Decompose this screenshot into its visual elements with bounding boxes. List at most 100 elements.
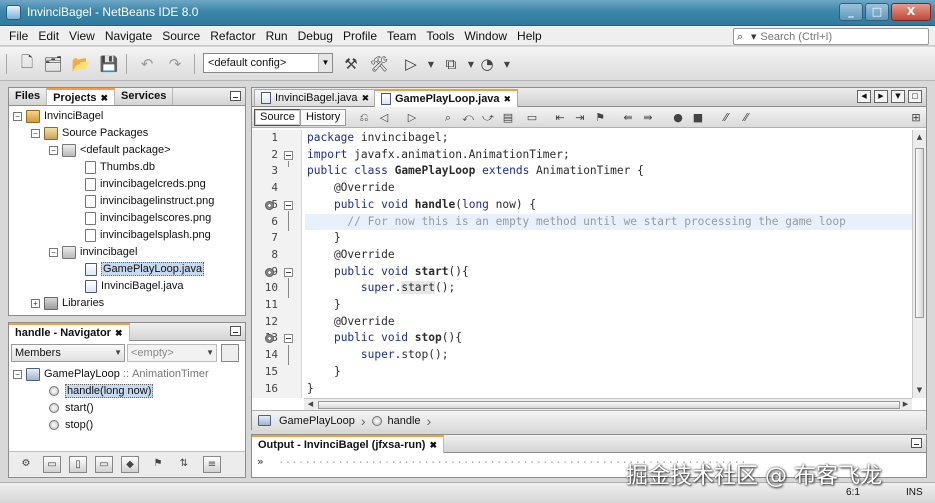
last-edit-icon[interactable]: ⎌ — [356, 110, 372, 125]
minimize-panel-icon[interactable] — [911, 438, 922, 448]
open-project-icon[interactable]: 📂 — [70, 53, 92, 75]
rerun-icon[interactable]: » — [257, 455, 264, 468]
shift-left-icon[interactable]: ⇚ — [620, 110, 636, 125]
close-icon[interactable]: ✖ — [115, 326, 123, 340]
horizontal-scrollbar[interactable]: ◀ ▶ — [304, 398, 912, 410]
tab-gameplayloop-java[interactable]: GamePlayLoop.java ✖ — [374, 89, 519, 107]
sort-by-name-icon[interactable]: ⇅ — [175, 456, 193, 473]
comment-icon[interactable]: ⁄⁄ — [718, 110, 734, 125]
collapse-icon[interactable]: − — [49, 247, 58, 257]
breadcrumb-method[interactable]: handle › — [371, 413, 431, 429]
menu-help[interactable]: Help — [512, 26, 547, 46]
tree-node-source-packages[interactable]: − Source Packages — [31, 125, 148, 141]
vertical-scrollbar[interactable]: ▲ ▼ — [912, 130, 926, 398]
override-icon[interactable] — [265, 200, 274, 210]
inherited-members-icon[interactable]: ⚙ — [17, 456, 35, 473]
show-nonpublic-icon[interactable]: ▭ — [95, 456, 113, 473]
source-view-button[interactable]: Source — [254, 109, 301, 126]
navigator-member[interactable]: stop() — [49, 417, 93, 433]
menu-file[interactable]: File — [4, 26, 33, 46]
debug-icon[interactable]: ⧉ — [440, 53, 462, 75]
tab-services[interactable]: Services — [115, 88, 174, 105]
fold-icon[interactable] — [284, 150, 293, 160]
new-file-icon[interactable]: 🗋 — [16, 53, 38, 75]
scroll-right-icon[interactable]: ▶ — [900, 399, 911, 410]
tab-files[interactable]: Files — [9, 88, 48, 105]
close-icon[interactable]: ✖ — [101, 91, 109, 105]
tab-navigator[interactable]: handle - Navigator ✖ — [9, 323, 130, 341]
empty-select[interactable]: <empty> ▼ — [127, 344, 217, 362]
start-macro-icon[interactable]: ● — [670, 110, 686, 125]
tree-node-java-file-selected[interactable]: GamePlayLoop.java — [85, 261, 205, 277]
collapse-icon[interactable]: − — [31, 128, 40, 138]
tab-output[interactable]: Output - InvinciBagel (jfxsa-run) ✖ — [252, 435, 444, 453]
menu-tools[interactable]: Tools — [421, 26, 459, 46]
toggle-bookmark-icon[interactable]: ⚑ — [592, 110, 608, 125]
menu-window[interactable]: Window — [459, 26, 512, 46]
javadoc-icon[interactable]: ≡ — [203, 456, 221, 473]
tree-node-project[interactable]: − InvinciBagel — [13, 108, 103, 124]
config-select[interactable]: <default config> ▼ — [203, 53, 333, 73]
scroll-up-icon[interactable]: ▲ — [914, 132, 925, 143]
show-static-icon[interactable]: ▯ — [69, 456, 87, 473]
close-icon[interactable]: ✖ — [362, 90, 370, 106]
menu-source[interactable]: Source — [157, 26, 205, 46]
minimize-panel-icon[interactable] — [230, 326, 241, 336]
forward-icon[interactable]: ▷ — [404, 110, 420, 125]
find-next-icon[interactable]: ⤻ — [480, 110, 496, 125]
next-bookmark-icon[interactable]: ⇥ — [572, 110, 588, 125]
minimize-panel-icon[interactable] — [230, 91, 241, 101]
run-dropdown-icon[interactable]: ▼ — [420, 53, 442, 75]
uncomment-icon[interactable]: ⁄⁄ — [738, 110, 754, 125]
override-icon[interactable] — [265, 267, 274, 277]
show-fields-icon[interactable]: ▭ — [43, 456, 61, 473]
run-icon[interactable]: ▷ — [400, 53, 422, 75]
close-button[interactable]: X — [891, 3, 931, 21]
stop-macro-icon[interactable]: ■ — [690, 110, 706, 125]
tree-node-java-file[interactable]: InvinciBagel.java — [85, 278, 184, 294]
search-options-icon[interactable]: ▼ — [751, 33, 756, 41]
members-filter-select[interactable]: Members ▼ — [11, 344, 125, 362]
menu-team[interactable]: Team — [382, 26, 421, 46]
menu-view[interactable]: View — [64, 26, 100, 46]
shift-right-icon[interactable]: ⇛ — [640, 110, 656, 125]
scroll-tabs-left-icon[interactable]: ◀ — [857, 90, 871, 103]
redo-icon[interactable]: ↷ — [164, 53, 186, 75]
split-editor-icon[interactable]: ⊞ — [908, 110, 924, 125]
tree-node-file[interactable]: invincibagelsplash.png — [85, 227, 211, 243]
close-icon[interactable]: ✖ — [429, 438, 437, 452]
profile-dropdown-icon[interactable]: ▼ — [496, 53, 518, 75]
scroll-left-icon[interactable]: ◀ — [305, 399, 316, 410]
fold-icon[interactable] — [284, 334, 293, 344]
history-view-button[interactable]: History — [300, 109, 347, 126]
menu-profile[interactable]: Profile — [338, 26, 382, 46]
tab-invincibagel-java[interactable]: InvinciBagel.java ✖ — [254, 89, 377, 106]
tree-node-file[interactable]: invincibagelinstruct.png — [85, 193, 214, 209]
close-icon[interactable]: ✖ — [504, 91, 512, 107]
expand-icon[interactable]: + — [31, 298, 40, 308]
collapse-icon[interactable]: − — [13, 369, 22, 379]
menu-edit[interactable]: Edit — [33, 26, 64, 46]
menu-run[interactable]: Run — [261, 26, 293, 46]
tree-node-file[interactable]: Thumbs.db — [85, 159, 155, 175]
search-input[interactable] — [760, 30, 911, 43]
previous-bookmark-icon[interactable]: ⇤ — [552, 110, 568, 125]
navigator-class-node[interactable]: − GamePlayLoop :: AnimationTimer — [13, 366, 209, 382]
toggle-rect-selection-icon[interactable]: ▭ — [524, 110, 540, 125]
scroll-down-icon[interactable]: ▼ — [914, 385, 925, 396]
maximize-window-icon[interactable]: □ — [908, 90, 922, 103]
new-project-icon[interactable]: 🗂 — [42, 53, 64, 75]
navigator-member[interactable]: handle(long now) — [49, 383, 154, 399]
find-selection-icon[interactable]: ⌕ — [440, 110, 456, 125]
show-opened-docs-icon[interactable]: ▼ — [891, 90, 905, 103]
back-icon[interactable]: ◁ — [376, 110, 392, 125]
build-hammer-icon[interactable]: ⚒ — [340, 53, 362, 75]
scroll-thumb[interactable] — [318, 401, 900, 409]
breadcrumb-class[interactable]: GamePlayLoop › — [258, 413, 366, 429]
tree-node-file[interactable]: invincibagelscores.png — [85, 210, 211, 226]
collapse-icon[interactable]: − — [49, 145, 58, 155]
tab-projects[interactable]: Projects ✖ — [47, 88, 116, 105]
profile-icon[interactable]: ◔ — [476, 53, 498, 75]
clean-build-icon[interactable]: 🛠 — [368, 53, 390, 75]
tree-node-file[interactable]: invincibagelcreds.png — [85, 176, 206, 192]
